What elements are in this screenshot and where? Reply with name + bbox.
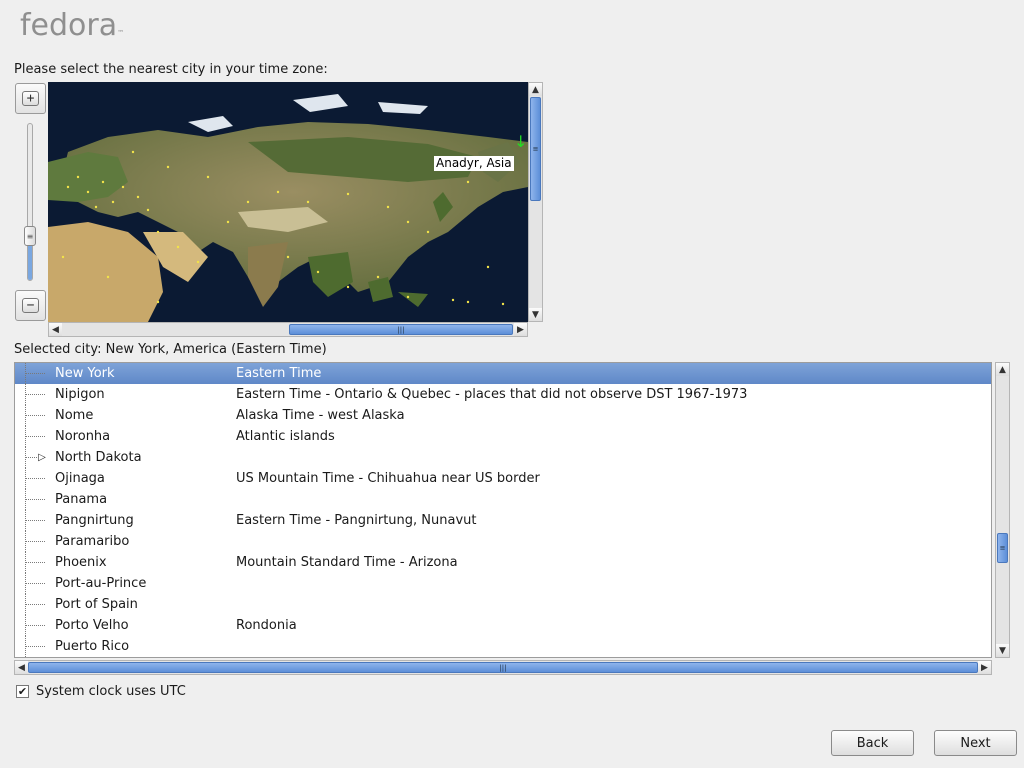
list-item[interactable]: Nipigon Eastern Time - Ontario & Quebec -… xyxy=(15,384,991,405)
map-horizontal-scrollbar[interactable]: ◀ ||| ▶ xyxy=(48,322,528,337)
scroll-down-icon[interactable]: ▼ xyxy=(996,644,1009,657)
selected-city-label: Selected city: New York, America (Easter… xyxy=(14,342,327,357)
list-item[interactable]: Noronha Atlantic islands xyxy=(15,426,991,447)
list-item[interactable]: ▷ North Dakota xyxy=(15,447,991,468)
utc-checkbox[interactable]: ✔ xyxy=(16,685,29,698)
map-hover-label: Anadyr, Asia xyxy=(434,156,514,171)
list-item[interactable]: Nome Alaska Time - west Alaska xyxy=(15,405,991,426)
tree-connector xyxy=(25,415,45,416)
city-name: Porto Velho xyxy=(55,618,129,633)
city-name: Nome xyxy=(55,408,94,423)
scroll-right-icon[interactable]: ▶ xyxy=(978,661,991,674)
map-vertical-scrollbar[interactable]: ▲ ≡ ▼ xyxy=(528,82,543,322)
tree-connector xyxy=(25,541,45,542)
list-item[interactable]: Port-au-Prince xyxy=(15,573,991,594)
scroll-down-icon[interactable]: ▼ xyxy=(529,308,542,321)
list-item[interactable]: New York Eastern Time xyxy=(15,363,991,384)
city-name: Port of Spain xyxy=(55,597,138,612)
tree-connector xyxy=(25,625,45,626)
timezone-description: US Mountain Time - Chihuahua near US bor… xyxy=(236,471,540,486)
next-button[interactable]: Next xyxy=(934,730,1017,756)
timezone-description: Eastern Time xyxy=(236,366,322,381)
city-name: Pangnirtung xyxy=(55,513,134,528)
tree-connector xyxy=(25,562,45,563)
zoom-in-button[interactable]: + xyxy=(15,83,46,114)
tree-connector xyxy=(25,583,45,584)
world-map-image xyxy=(48,82,528,322)
timezone-description: Eastern Time - Pangnirtung, Nunavut xyxy=(236,513,477,528)
list-item[interactable]: Panama xyxy=(15,489,991,510)
city-name: New York xyxy=(55,366,115,381)
scroll-left-icon[interactable]: ◀ xyxy=(49,323,62,336)
list-vertical-scrollbar[interactable]: ▲ ≡ ▼ xyxy=(995,362,1010,658)
zoom-slider[interactable] xyxy=(27,123,33,281)
zoom-out-icon: − xyxy=(22,298,39,313)
city-name: Phoenix xyxy=(55,555,107,570)
timezone-description: Rondonia xyxy=(236,618,297,633)
zoom-slider-handle[interactable]: ≡ xyxy=(24,226,36,246)
list-item[interactable]: Phoenix Mountain Standard Time - Arizona xyxy=(15,552,991,573)
city-list[interactable]: New York Eastern Time Nipigon Eastern Time … xyxy=(14,362,992,658)
list-item[interactable]: Porto Velho Rondonia xyxy=(15,615,991,636)
tree-connector xyxy=(25,394,45,395)
timezone-description: Eastern Time - Ontario & Quebec - places… xyxy=(236,387,748,402)
expand-arrow-icon[interactable]: ▷ xyxy=(37,447,47,468)
arrow-down-icon: ↓ xyxy=(514,132,528,151)
list-horizontal-scrollbar[interactable]: ◀ ||| ▶ xyxy=(14,660,992,675)
timezone-description: Alaska Time - west Alaska xyxy=(236,408,405,423)
city-name: Nipigon xyxy=(55,387,105,402)
zoom-out-button[interactable]: − xyxy=(15,290,46,321)
tree-connector xyxy=(25,646,45,647)
tree-connector xyxy=(25,478,45,479)
city-name: Paramaribo xyxy=(55,534,130,549)
zoom-in-icon: + xyxy=(22,91,39,106)
tree-connector xyxy=(25,373,45,374)
city-prompt: Please select the nearest city in your t… xyxy=(14,62,328,77)
city-name: Panama xyxy=(55,492,108,507)
tree-connector xyxy=(25,436,45,437)
list-item[interactable]: Ojinaga US Mountain Time - Chihuahua near… xyxy=(15,468,991,489)
tree-connector xyxy=(25,499,45,500)
scroll-left-icon[interactable]: ◀ xyxy=(15,661,28,674)
list-item[interactable]: Pangnirtung Eastern Time - Pangnirtung, N… xyxy=(15,510,991,531)
city-name: Noronha xyxy=(55,429,111,444)
list-item[interactable]: Port of Spain xyxy=(15,594,991,615)
map-hscroll-thumb[interactable]: ||| xyxy=(289,324,513,335)
scroll-up-icon[interactable]: ▲ xyxy=(996,363,1009,376)
list-item[interactable]: Paramaribo xyxy=(15,531,991,552)
list-hscroll-thumb[interactable]: ||| xyxy=(28,662,978,673)
scroll-up-icon[interactable]: ▲ xyxy=(529,83,542,96)
list-vscroll-thumb[interactable]: ≡ xyxy=(997,533,1008,563)
city-name: North Dakota xyxy=(55,450,142,465)
utc-label: System clock uses UTC xyxy=(36,684,186,699)
tree-connector xyxy=(25,604,45,605)
fedora-logo: fedora™ xyxy=(20,8,125,43)
list-item[interactable]: Puerto Rico xyxy=(15,636,991,657)
city-name: Ojinaga xyxy=(55,471,105,486)
timezone-description: Mountain Standard Time - Arizona xyxy=(236,555,458,570)
timezone-description: Atlantic islands xyxy=(236,429,335,444)
map-vscroll-thumb[interactable]: ≡ xyxy=(530,97,541,201)
city-name: Port-au-Prince xyxy=(55,576,147,591)
city-name: Puerto Rico xyxy=(55,639,130,654)
scroll-right-icon[interactable]: ▶ xyxy=(514,323,527,336)
timezone-map[interactable]: ↓ Anadyr, Asia xyxy=(48,82,528,322)
utc-option[interactable]: ✔ System clock uses UTC xyxy=(16,684,186,699)
back-button[interactable]: Back xyxy=(831,730,914,756)
tree-connector xyxy=(25,520,45,521)
